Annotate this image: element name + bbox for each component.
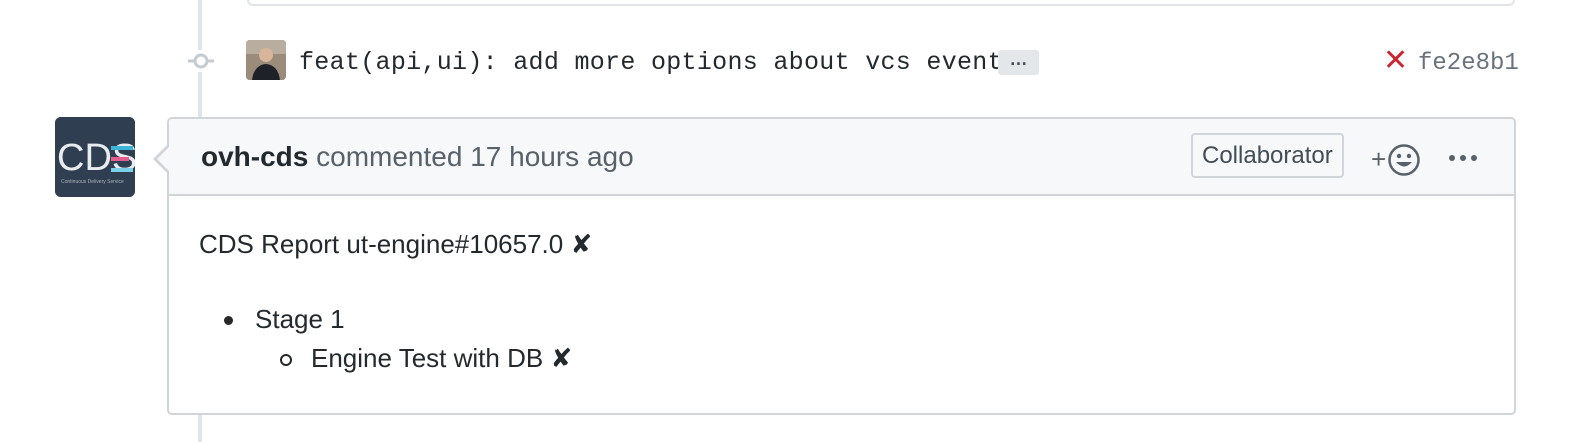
expand-commit-button[interactable]: …	[998, 50, 1039, 75]
commit-node-icon	[186, 50, 216, 72]
more-options-button[interactable]	[1448, 143, 1478, 173]
x-icon[interactable]: ✕	[1383, 46, 1408, 76]
comment-action: commented	[316, 141, 463, 172]
stage-list: Stage 1 Engine Test with DB ✘	[221, 304, 572, 374]
bullet-icon	[224, 316, 233, 325]
commit-row: feat(api,ui): add more options about vcs…	[186, 38, 1526, 86]
plus-icon: +	[1371, 144, 1387, 174]
smiley-icon	[1387, 143, 1421, 182]
failed-mark-icon: ✘	[570, 229, 593, 259]
stage-name: Stage 1	[255, 304, 345, 334]
previous-comment-box-edge	[247, 0, 1515, 6]
comment-author-avatar[interactable]: CDS Continuous Delivery Service	[55, 117, 135, 197]
collaborator-badge: Collaborator	[1191, 133, 1344, 178]
comment-header-text: ovh-cds commented 17 hours ago	[201, 141, 634, 173]
page: feat(api,ui): add more options about vcs…	[0, 0, 1578, 442]
comment-author-link[interactable]: ovh-cds	[201, 141, 308, 172]
kebab-horizontal-icon	[1449, 155, 1477, 161]
job-name: Engine Test with DB	[311, 343, 544, 373]
report-title: CDS Report ut-engine#10657.0 ✘	[199, 229, 592, 260]
comment-body: CDS Report ut-engine#10657.0 ✘ Stage 1 E…	[199, 229, 592, 373]
comment-box: ovh-cds commented 17 hours ago Collabora…	[153, 117, 1516, 415]
comment-header: ovh-cds commented 17 hours ago Collabora…	[169, 119, 1514, 196]
job-list: Engine Test with DB ✘	[255, 343, 572, 374]
commit-message-link[interactable]: feat(api,ui): add more options about vcs…	[299, 48, 1018, 77]
circle-bullet-icon	[280, 354, 292, 366]
add-reaction-button[interactable]: +	[1371, 141, 1431, 177]
report-title-text: CDS Report ut-engine#10657.0	[199, 229, 564, 259]
commit-sha-link[interactable]: fe2e8b1	[1418, 50, 1519, 77]
list-item: Engine Test with DB ✘	[255, 343, 572, 374]
failed-mark-icon: ✘	[550, 343, 573, 373]
list-item: Stage 1 Engine Test with DB ✘	[221, 304, 572, 374]
commit-author-avatar[interactable]	[246, 40, 286, 80]
comment-timestamp-link[interactable]: 17 hours ago	[470, 141, 633, 172]
cds-logo-subtitle: Continuous Delivery Service	[61, 179, 124, 185]
